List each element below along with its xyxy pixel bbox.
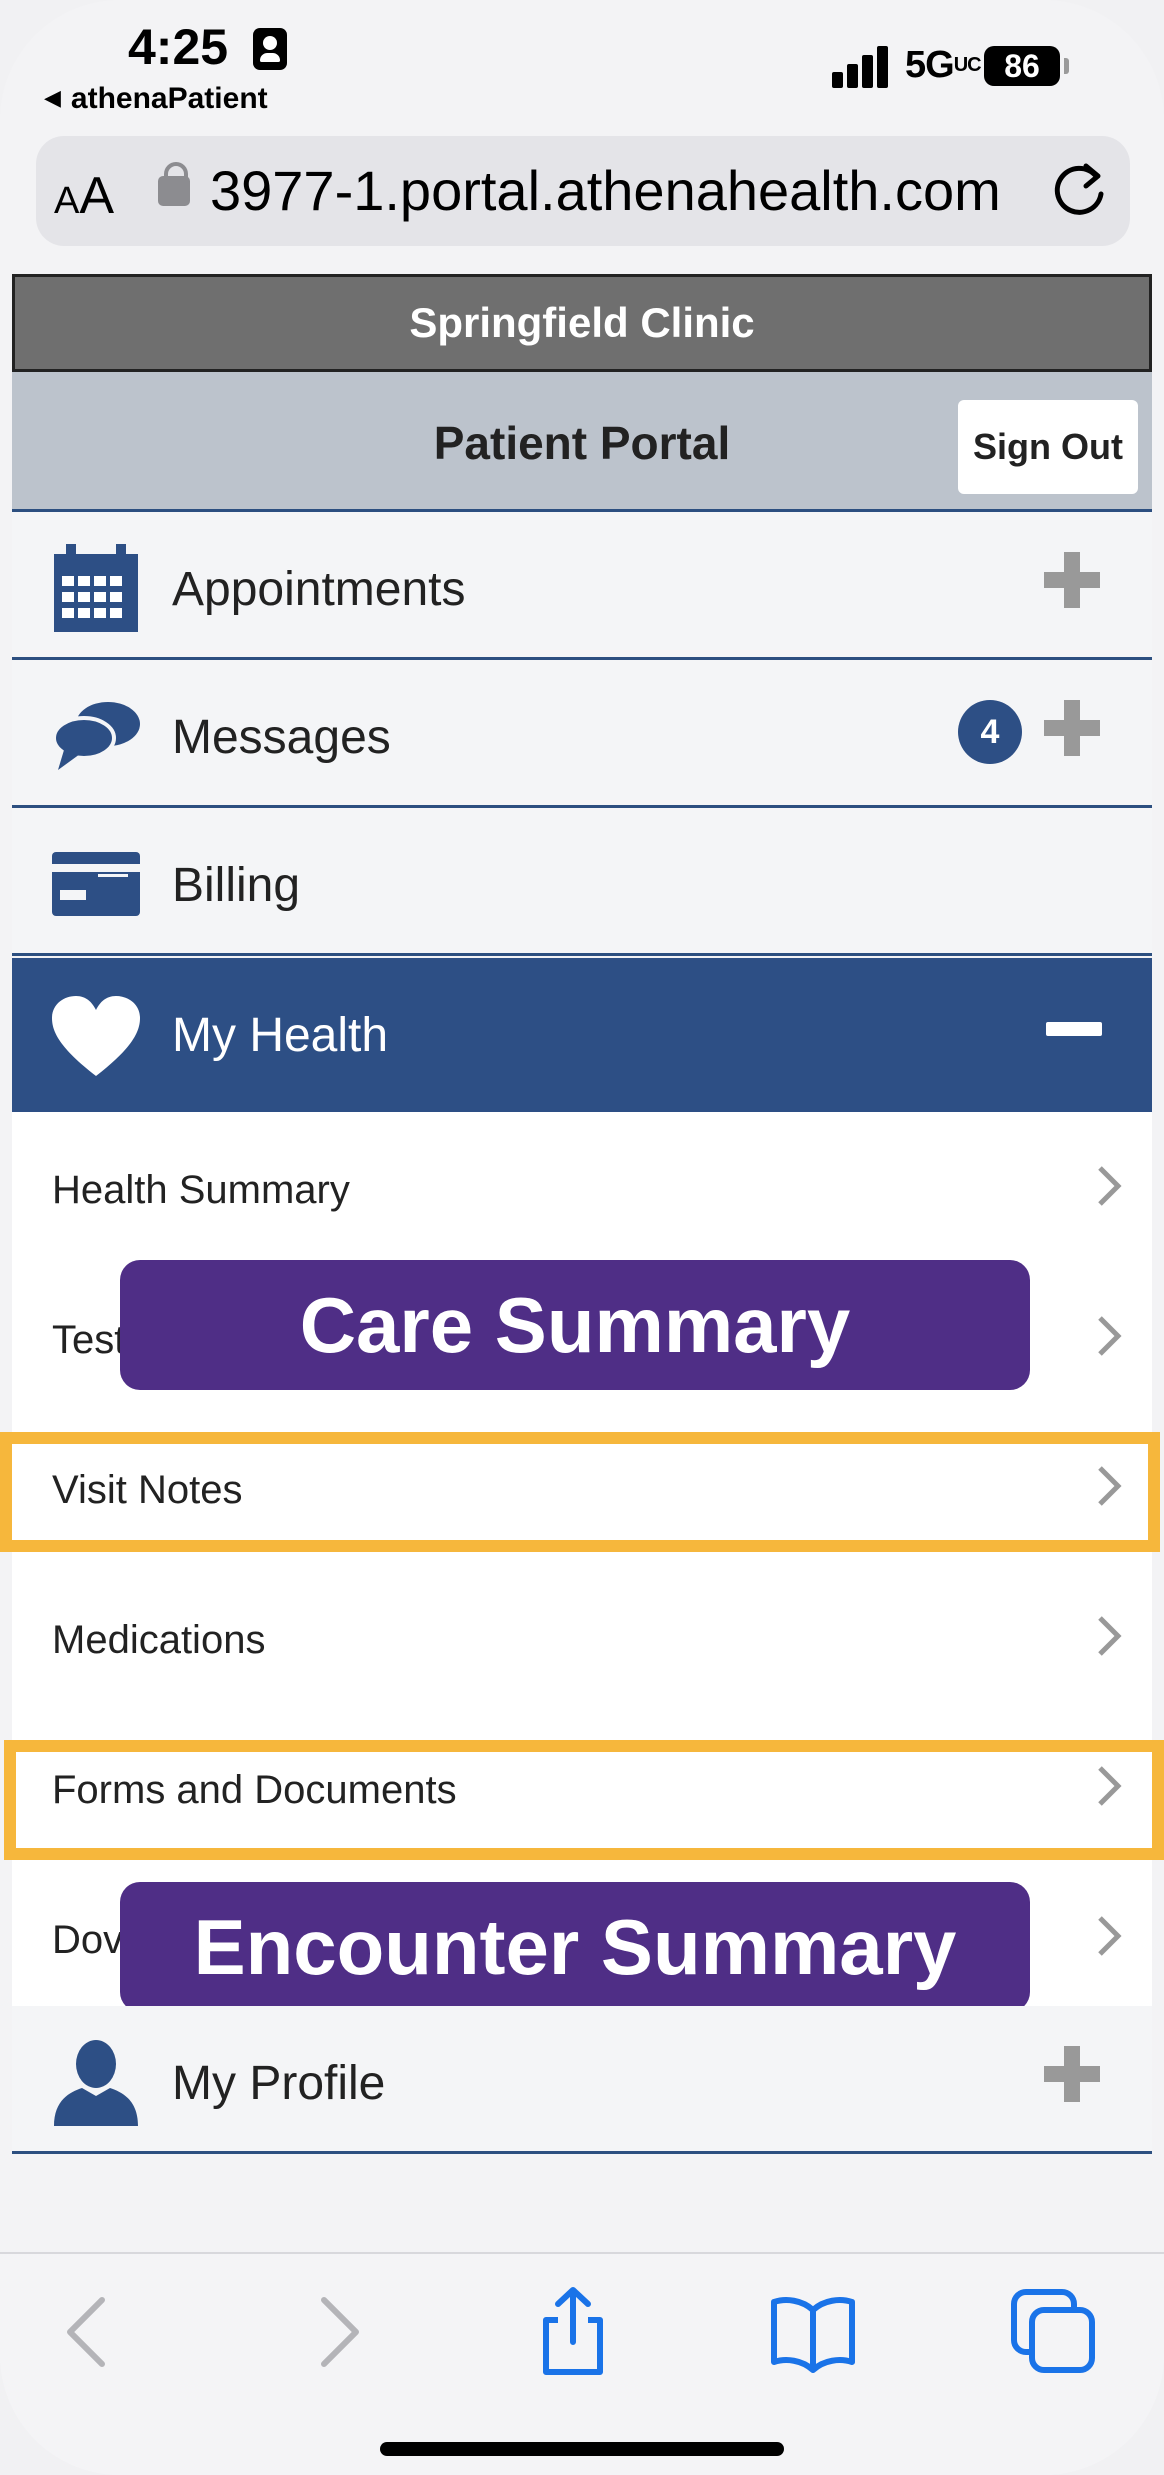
subnav-label: Test bbox=[52, 1318, 126, 1362]
care-summary-callout: Care Summary bbox=[120, 1260, 1030, 1390]
share-icon[interactable] bbox=[528, 2286, 618, 2376]
credit-card-icon bbox=[52, 852, 140, 916]
collapse-minus-icon[interactable] bbox=[1046, 1022, 1102, 1036]
nav-my-health[interactable]: My Health bbox=[12, 958, 1152, 1112]
url-text[interactable]: 3977-1.portal.athenahealth.com bbox=[210, 158, 1050, 223]
subnav-label: Dov bbox=[52, 1918, 124, 1962]
network-type: 5GUC bbox=[905, 44, 982, 86]
lock-icon bbox=[158, 162, 190, 206]
back-icon[interactable] bbox=[44, 2286, 134, 2376]
forward-icon[interactable] bbox=[292, 2286, 382, 2376]
battery-tip bbox=[1064, 58, 1069, 74]
battery-indicator: 86 bbox=[984, 46, 1060, 86]
subnav-health-summary[interactable]: Health Summary bbox=[12, 1112, 1152, 1262]
visit-notes-highlight bbox=[0, 1432, 1160, 1552]
bookmarks-icon[interactable] bbox=[768, 2286, 858, 2376]
nav-my-profile[interactable]: My Profile bbox=[12, 2006, 1152, 2154]
person-icon bbox=[54, 2040, 138, 2126]
nav-billing-label: Billing bbox=[172, 859, 301, 912]
clinic-name-bar: Springfield Clinic bbox=[12, 274, 1152, 372]
unread-count-badge: 4 bbox=[958, 700, 1022, 764]
address-bar[interactable]: AA 3977-1.portal.athenahealth.com bbox=[36, 136, 1130, 246]
encounter-summary-callout: Encounter Summary bbox=[120, 1882, 1030, 2012]
phone-screen: 4:25 ◀ athenaPatient 5GUC 86 AA 3977-1.po… bbox=[0, 0, 1164, 2475]
nav-billing[interactable]: Billing bbox=[12, 808, 1152, 956]
chevron-right-icon bbox=[1098, 1916, 1122, 1956]
tabs-icon[interactable] bbox=[1008, 2286, 1098, 2376]
heart-icon bbox=[52, 996, 140, 1076]
speech-bubbles-icon bbox=[52, 702, 140, 770]
home-indicator bbox=[380, 2442, 784, 2456]
expand-plus-icon[interactable] bbox=[1044, 700, 1100, 756]
status-time: 4:25 bbox=[128, 19, 229, 75]
forms-documents-highlight bbox=[4, 1740, 1164, 1860]
expand-plus-icon[interactable] bbox=[1044, 552, 1100, 608]
nav-messages[interactable]: Messages 4 bbox=[12, 660, 1152, 808]
portal-header: Patient Portal Sign Out bbox=[12, 372, 1152, 512]
chevron-right-icon bbox=[1098, 1166, 1122, 1206]
back-app-label: athenaPatient bbox=[70, 82, 268, 115]
nav-my-health-label: My Health bbox=[172, 1009, 389, 1062]
sign-out-button[interactable]: Sign Out bbox=[958, 400, 1138, 494]
focus-person-icon bbox=[253, 28, 287, 70]
reload-icon[interactable] bbox=[1046, 158, 1112, 224]
expand-plus-icon[interactable] bbox=[1044, 2046, 1100, 2102]
subnav-label: Health Summary bbox=[52, 1168, 350, 1212]
back-to-app-link[interactable]: ◀ athenaPatient bbox=[44, 82, 268, 116]
chevron-right-icon bbox=[1098, 1316, 1122, 1356]
signal-strength-icon bbox=[832, 40, 892, 88]
nav-my-profile-label: My Profile bbox=[172, 2057, 386, 2110]
nav-appointments-label: Appointments bbox=[172, 563, 466, 616]
chevron-right-icon bbox=[1098, 1616, 1122, 1656]
subnav-label: Medications bbox=[52, 1618, 266, 1662]
nav-messages-label: Messages bbox=[172, 711, 391, 764]
subnav-medications[interactable]: Medications bbox=[12, 1562, 1152, 1712]
nav-appointments[interactable]: Appointments bbox=[12, 512, 1152, 660]
text-size-button[interactable]: AA bbox=[54, 166, 114, 226]
back-triangle-icon: ◀ bbox=[44, 85, 61, 110]
calendar-icon bbox=[54, 544, 138, 632]
